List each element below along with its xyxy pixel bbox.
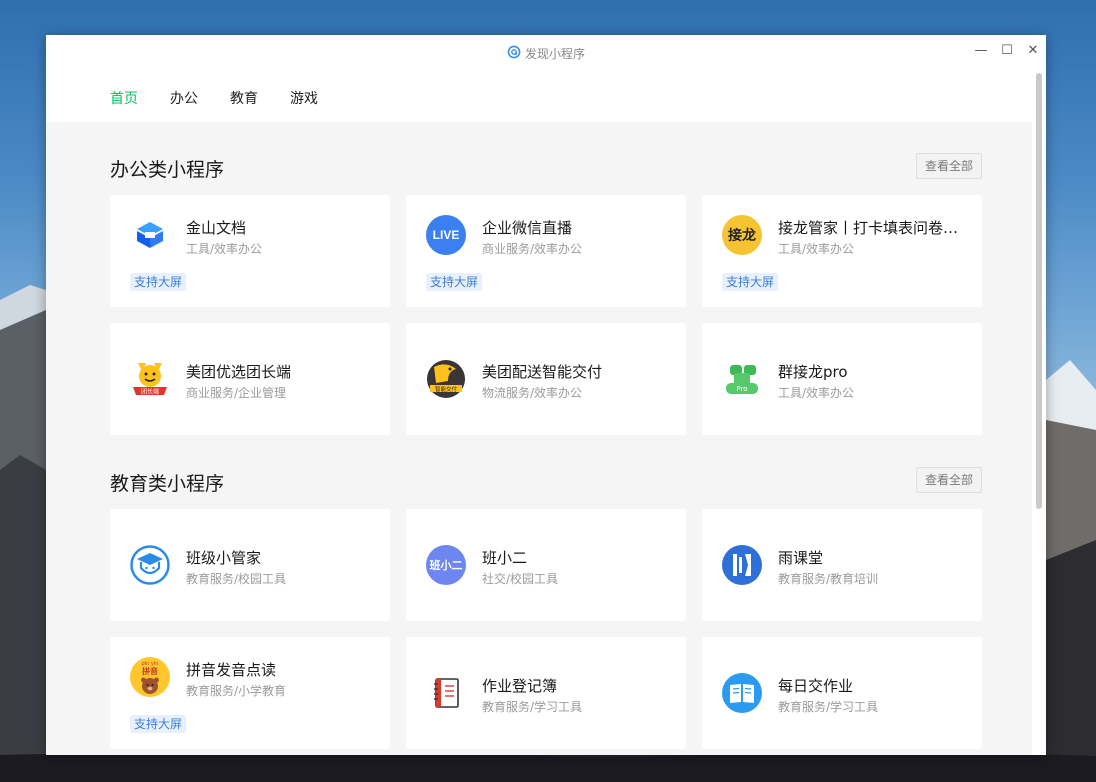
card-category: 教育服务/校园工具 bbox=[186, 572, 287, 586]
title-bar: 发现小程序 — ☐ ✕ bbox=[46, 35, 1046, 69]
tab-education[interactable]: 教育 bbox=[230, 88, 258, 108]
card-category: 商业服务/企业管理 bbox=[186, 386, 287, 400]
maximize-button[interactable]: ☐ bbox=[997, 41, 1017, 61]
card-name: 金山文档 bbox=[186, 219, 247, 237]
minimize-button[interactable]: — bbox=[971, 41, 991, 61]
content-area: 办公类小程序 查看全部 金山文档 工具/效率办公 支持大屏 LIVE 企业微信直… bbox=[46, 122, 1032, 755]
svg-text:智能交付: 智能交付 bbox=[435, 385, 458, 393]
card-yuketang[interactable]: 雨课堂 教育服务/教育培训 bbox=[702, 509, 982, 621]
card-name: 班小二 bbox=[482, 549, 528, 567]
card-category: 工具/效率办公 bbox=[778, 386, 855, 400]
card-class-manager[interactable]: 班级小管家 教育服务/校园工具 bbox=[110, 509, 390, 621]
view-all-education-button[interactable]: 查看全部 bbox=[916, 467, 982, 493]
notebook-icon bbox=[426, 673, 466, 713]
scrollbar-thumb[interactable] bbox=[1036, 73, 1042, 509]
card-name: 班级小管家 bbox=[186, 549, 262, 567]
card-meituan-youxuan[interactable]: 团长端 美团优选团长端 商业服务/企业管理 bbox=[110, 323, 390, 435]
card-name: 雨课堂 bbox=[778, 549, 824, 567]
card-category: 教育服务/教育培训 bbox=[778, 572, 879, 586]
mini-program-icon bbox=[507, 45, 521, 62]
svg-text:Pro: Pro bbox=[736, 385, 747, 393]
mini-program-window: 发现小程序 — ☐ ✕ 首页 办公 教育 游戏 办公类小程序 查看全部 金山文档… bbox=[46, 35, 1046, 755]
card-name: 美团优选团长端 bbox=[186, 363, 292, 381]
card-category: 工具/效率办公 bbox=[778, 242, 855, 256]
card-name: 接龙管家丨打卡填表问卷… bbox=[778, 219, 959, 237]
card-category: 商业服务/效率办公 bbox=[482, 242, 583, 256]
card-name: 作业登记簿 bbox=[482, 677, 558, 695]
card-category: 教育服务/学习工具 bbox=[778, 700, 879, 714]
card-jielong-manager[interactable]: 接龙 接龙管家丨打卡填表问卷… 工具/效率办公 支持大屏 bbox=[702, 195, 982, 307]
big-screen-badge: 支持大屏 bbox=[426, 273, 483, 291]
window-title: 发现小程序 bbox=[524, 47, 585, 61]
card-name: 拼音发音点读 bbox=[186, 661, 277, 679]
tab-games[interactable]: 游戏 bbox=[290, 88, 318, 108]
card-meituan-delivery[interactable]: 智能交付 美团配送智能交付 物流服务/效率办公 bbox=[406, 323, 686, 435]
card-category: 工具/效率办公 bbox=[186, 242, 263, 256]
card-banxiaoer[interactable]: 班小二 班小二 社交/校园工具 bbox=[406, 509, 686, 621]
card-category: 物流服务/效率办公 bbox=[482, 386, 583, 400]
card-homework-register[interactable]: 作业登记簿 教育服务/学习工具 bbox=[406, 637, 686, 749]
open-book-icon bbox=[722, 673, 762, 713]
meituan-youxuan-icon: 团长端 bbox=[130, 359, 170, 399]
live-icon: LIVE bbox=[426, 215, 466, 255]
kingsoft-docs-icon bbox=[130, 215, 170, 255]
card-pinyin-reader[interactable]: pīn yīn 拼音 拼音发音点读 教育服务/小学教育 支持大屏 bbox=[110, 637, 390, 749]
qunjielong-icon: Pro bbox=[722, 359, 762, 399]
pinyin-bear-icon: pīn yīn 拼音 bbox=[130, 657, 170, 697]
banxiaoer-icon: 班小二 bbox=[426, 545, 466, 585]
jielong-icon: 接龙 bbox=[722, 215, 762, 255]
card-name: 企业微信直播 bbox=[482, 219, 573, 237]
card-category: 社交/校园工具 bbox=[482, 572, 559, 586]
big-screen-badge: 支持大屏 bbox=[130, 273, 187, 291]
yuketang-icon bbox=[722, 545, 762, 585]
tab-home[interactable]: 首页 bbox=[110, 88, 138, 108]
card-category: 教育服务/小学教育 bbox=[186, 684, 287, 698]
svg-text:拼音: 拼音 bbox=[142, 666, 158, 676]
tab-office[interactable]: 办公 bbox=[170, 88, 198, 108]
student-cap-icon bbox=[130, 545, 170, 585]
card-daily-homework[interactable]: 每日交作业 教育服务/学习工具 bbox=[702, 637, 982, 749]
section-title-education: 教育类小程序 bbox=[110, 473, 225, 495]
meituan-delivery-icon: 智能交付 bbox=[426, 359, 466, 399]
section-title-office: 办公类小程序 bbox=[110, 159, 225, 181]
close-button[interactable]: ✕ bbox=[1023, 41, 1043, 61]
card-kingsoft-docs[interactable]: 金山文档 工具/效率办公 支持大屏 bbox=[110, 195, 390, 307]
card-name: 群接龙pro bbox=[778, 363, 848, 381]
category-nav: 首页 办公 教育 游戏 bbox=[46, 69, 1046, 122]
big-screen-badge: 支持大屏 bbox=[722, 273, 779, 291]
svg-text:团长端: 团长端 bbox=[141, 388, 159, 396]
card-name: 每日交作业 bbox=[778, 677, 854, 695]
view-all-office-button[interactable]: 查看全部 bbox=[916, 153, 982, 179]
card-name: 美团配送智能交付 bbox=[482, 363, 603, 381]
card-category: 教育服务/学习工具 bbox=[482, 700, 583, 714]
card-wecom-live[interactable]: LIVE 企业微信直播 商业服务/效率办公 支持大屏 bbox=[406, 195, 686, 307]
big-screen-badge: 支持大屏 bbox=[130, 715, 187, 733]
card-qunjielong-pro[interactable]: Pro 群接龙pro 工具/效率办公 bbox=[702, 323, 982, 435]
